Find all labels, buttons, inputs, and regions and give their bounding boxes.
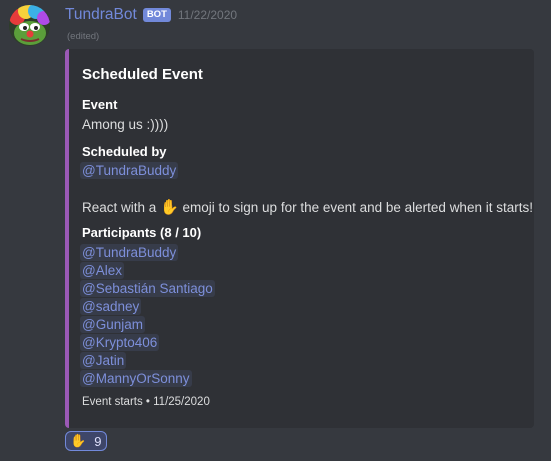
description-text-after: emoji to sign up for the event and be al… bbox=[182, 200, 533, 215]
participant-mention[interactable]: @sadney bbox=[80, 298, 142, 315]
participant-mention[interactable]: @Krypto406 bbox=[80, 334, 160, 351]
edited-label[interactable]: (edited) bbox=[67, 31, 99, 42]
participant-mention[interactable]: @Alex bbox=[80, 262, 124, 279]
participants-label: Participants (8 / 10) bbox=[82, 225, 202, 240]
description-text-before: React with a bbox=[82, 200, 157, 215]
embed-description: React with a ✋ emoji to sign up for the … bbox=[82, 198, 533, 216]
event-field-value: Among us :)))) bbox=[82, 117, 169, 132]
participant-mention[interactable]: @MannyOrSonny bbox=[80, 370, 192, 387]
scheduled-by-label: Scheduled by bbox=[82, 144, 167, 159]
scheduled-by-mention[interactable]: @TundraBuddy bbox=[80, 162, 179, 179]
event-field-label: Event bbox=[82, 97, 118, 112]
participant-mention[interactable]: @Sebastián Santiago bbox=[80, 280, 215, 297]
bot-badge: BOT bbox=[142, 8, 171, 22]
author-username[interactable]: TundraBot bbox=[65, 6, 137, 24]
reaction-button[interactable]: ✋ 9 bbox=[65, 431, 107, 451]
avatar[interactable] bbox=[9, 5, 50, 46]
message-timestamp[interactable]: 11/22/2020 bbox=[178, 8, 237, 22]
raised-hand-icon: ✋ bbox=[160, 199, 179, 216]
participant-mention[interactable]: @TundraBuddy bbox=[80, 244, 179, 261]
participant-mention[interactable]: @Jatin bbox=[80, 352, 127, 369]
participant-mention[interactable]: @Gunjam bbox=[80, 316, 145, 333]
embed-title: Scheduled Event bbox=[82, 66, 203, 83]
clown-pepe-avatar-icon bbox=[9, 5, 50, 46]
event-embed: Scheduled Event Event Among us :)))) Sch… bbox=[65, 49, 534, 428]
reaction-count: 9 bbox=[94, 433, 102, 449]
embed-footer: Event starts • 11/25/2020 bbox=[82, 396, 210, 408]
raised-hand-icon: ✋ bbox=[70, 433, 87, 448]
message-header: TundraBot BOT 11/22/2020 bbox=[65, 5, 237, 25]
